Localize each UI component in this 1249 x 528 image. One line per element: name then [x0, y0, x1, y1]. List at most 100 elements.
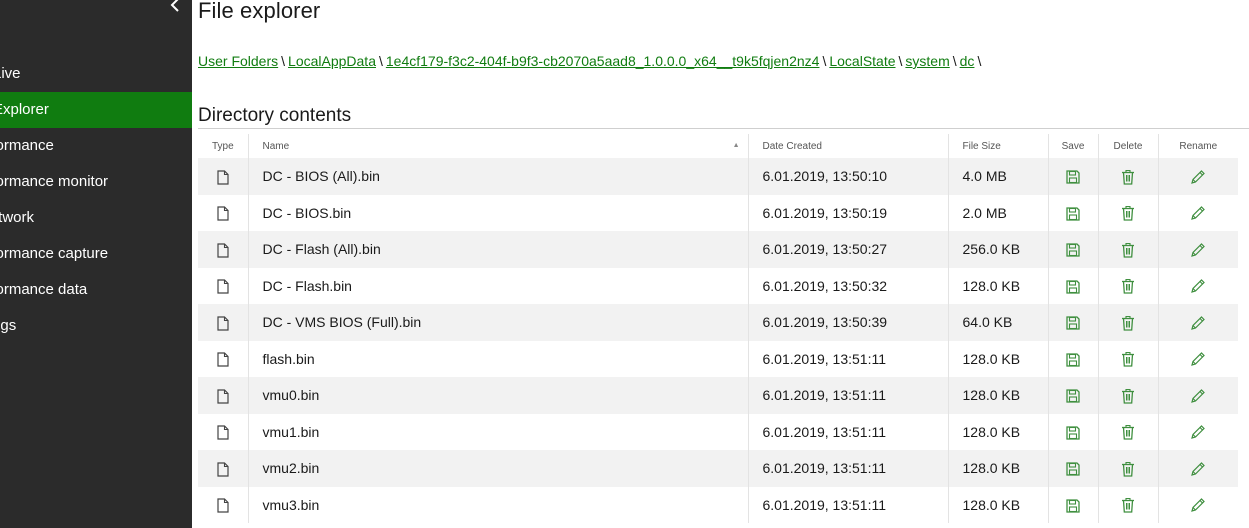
rename-cell	[1157, 304, 1238, 341]
file-rows: DC - BIOS (All).bin 6.01.2019, 13:50:10 4.…	[198, 158, 1238, 523]
pencil-icon[interactable]	[1190, 388, 1206, 404]
main-content: File explorer User Folders \ LocalAppData \…	[198, 0, 1249, 528]
save-icon[interactable]	[1066, 280, 1080, 294]
file-size: 128.0 KB	[947, 413, 1048, 450]
pencil-icon[interactable]	[1190, 278, 1206, 294]
sidebar-item-label: Performance	[0, 137, 54, 154]
save-icon[interactable]	[1066, 243, 1080, 258]
save-icon[interactable]	[1066, 426, 1080, 440]
file-icon	[217, 279, 229, 294]
pencil-icon[interactable]	[1190, 315, 1206, 331]
file-size: 128.0 KB	[947, 486, 1048, 523]
delete-cell	[1097, 450, 1158, 487]
pencil-icon[interactable]	[1190, 205, 1206, 221]
breadcrumb-separator: \	[822, 53, 827, 69]
file-name: DC - BIOS (All).bin	[247, 158, 748, 195]
table-header-row: Type Name ▲ Date Created File Size Save D…	[198, 134, 1238, 158]
save-cell	[1047, 158, 1098, 195]
rename-cell	[1157, 231, 1238, 268]
date-created: 6.01.2019, 13:51:11	[747, 413, 948, 450]
table-row[interactable]: DC - Flash (All).bin 6.01.2019, 13:50:27 2…	[198, 231, 1238, 268]
breadcrumb-link[interactable]: 1e4cf179-f3c2-404f-b9f3-cb2070a5aad8_1.0…	[386, 53, 820, 69]
sidebar-item-main[interactable]: Main	[0, 344, 192, 380]
column-header-date[interactable]: Date Created	[747, 134, 948, 158]
pencil-icon[interactable]	[1190, 169, 1206, 185]
file-size: 64.0 KB	[947, 304, 1048, 341]
table-row[interactable]: DC - BIOS (All).bin 6.01.2019, 13:50:10 4.…	[198, 158, 1238, 195]
delete-cell	[1097, 194, 1158, 231]
rename-cell	[1157, 267, 1238, 304]
file-name: flash.bin	[247, 340, 748, 377]
save-icon[interactable]	[1066, 462, 1080, 477]
table-row[interactable]: flash.bin 6.01.2019, 13:51:11 128.0 KB	[198, 340, 1238, 377]
sidebar: Live Explorer Performance Performance monit…	[0, 0, 192, 528]
pencil-icon[interactable]	[1190, 242, 1206, 258]
table-row[interactable]: DC - VMS BIOS (Full).bin 6.01.2019, 13:50…	[198, 304, 1238, 341]
breadcrumb: User Folders \ LocalAppData \ 1e4cf179-f3c2-…	[198, 53, 984, 69]
save-icon[interactable]	[1066, 499, 1080, 513]
sidebar-item-performance-data[interactable]: Performance data	[0, 272, 192, 308]
file-size: 128.0 KB	[947, 377, 1048, 414]
chevron-left-icon[interactable]	[168, 0, 188, 16]
column-header-delete: Delete	[1097, 134, 1158, 158]
sidebar-item-performance-capture[interactable]: Performance capture	[0, 236, 192, 272]
trash-icon[interactable]	[1121, 388, 1135, 404]
file-size: 256.0 KB	[947, 231, 1048, 268]
trash-icon[interactable]	[1121, 169, 1135, 185]
save-icon[interactable]	[1066, 170, 1080, 185]
date-created: 6.01.2019, 13:50:39	[747, 304, 948, 341]
sidebar-item-network[interactable]: Network	[0, 200, 192, 236]
sidebar-item-label: Live	[0, 65, 21, 82]
trash-icon[interactable]	[1121, 351, 1135, 368]
trash-icon[interactable]	[1121, 278, 1135, 295]
rename-cell	[1157, 194, 1238, 231]
breadcrumb-link[interactable]: system	[905, 53, 949, 69]
table-row[interactable]: vmu1.bin 6.01.2019, 13:51:11 128.0 KB	[198, 413, 1238, 450]
save-icon[interactable]	[1066, 353, 1080, 367]
delete-cell	[1097, 377, 1158, 414]
breadcrumb-link[interactable]: LocalAppData	[288, 53, 376, 69]
trash-icon[interactable]	[1121, 461, 1135, 477]
delete-cell	[1097, 340, 1158, 377]
pencil-icon[interactable]	[1190, 461, 1206, 477]
trash-icon[interactable]	[1121, 242, 1135, 258]
sidebar-item-settings[interactable]: Settings	[0, 308, 192, 344]
table-row[interactable]: vmu0.bin 6.01.2019, 13:51:11 128.0 KB	[198, 377, 1238, 414]
trash-icon[interactable]	[1121, 315, 1135, 331]
file-icon	[217, 425, 229, 440]
breadcrumb-link[interactable]: LocalState	[829, 53, 895, 69]
pencil-icon[interactable]	[1190, 351, 1206, 367]
column-header-size[interactable]: File Size	[947, 134, 1048, 158]
pencil-icon[interactable]	[1190, 424, 1206, 440]
table-row[interactable]: vmu2.bin 6.01.2019, 13:51:11 128.0 KB	[198, 450, 1238, 487]
sidebar-item-label: Explorer	[0, 101, 49, 118]
file-icon	[217, 243, 229, 258]
save-cell	[1047, 340, 1098, 377]
trash-icon[interactable]	[1121, 497, 1135, 514]
save-icon[interactable]	[1066, 207, 1080, 221]
sidebar-item-label: Main	[0, 344, 192, 380]
save-cell	[1047, 486, 1098, 523]
sidebar-item-live[interactable]: Live	[0, 56, 192, 92]
sidebar-item-explorer[interactable]: Explorer	[0, 92, 192, 128]
column-header-name[interactable]: Name ▲	[247, 134, 748, 158]
save-icon[interactable]	[1066, 389, 1080, 404]
delete-cell	[1097, 304, 1158, 341]
delete-cell	[1097, 231, 1158, 268]
save-icon[interactable]	[1066, 316, 1080, 331]
sidebar-item-performance[interactable]: Performance	[0, 128, 192, 164]
breadcrumb-link[interactable]: dc	[960, 53, 975, 69]
pencil-icon[interactable]	[1190, 497, 1206, 513]
column-header-name-label: Name	[262, 140, 290, 152]
table-row[interactable]: DC - Flash.bin 6.01.2019, 13:50:32 128.0 K…	[198, 267, 1238, 304]
table-row[interactable]: vmu3.bin 6.01.2019, 13:51:11 128.0 KB	[198, 486, 1238, 523]
sidebar-nav: Live Explorer Performance Performance monit…	[0, 56, 192, 380]
file-size: 128.0 KB	[947, 267, 1048, 304]
type-cell	[198, 486, 248, 523]
trash-icon[interactable]	[1121, 424, 1135, 441]
table-row[interactable]: DC - BIOS.bin 6.01.2019, 13:50:19 2.0 MB	[198, 194, 1238, 231]
trash-icon[interactable]	[1121, 205, 1135, 222]
rename-cell	[1157, 158, 1238, 195]
sidebar-item-performance-monitor[interactable]: Performance monitor	[0, 164, 192, 200]
breadcrumb-link[interactable]: User Folders	[198, 53, 278, 69]
